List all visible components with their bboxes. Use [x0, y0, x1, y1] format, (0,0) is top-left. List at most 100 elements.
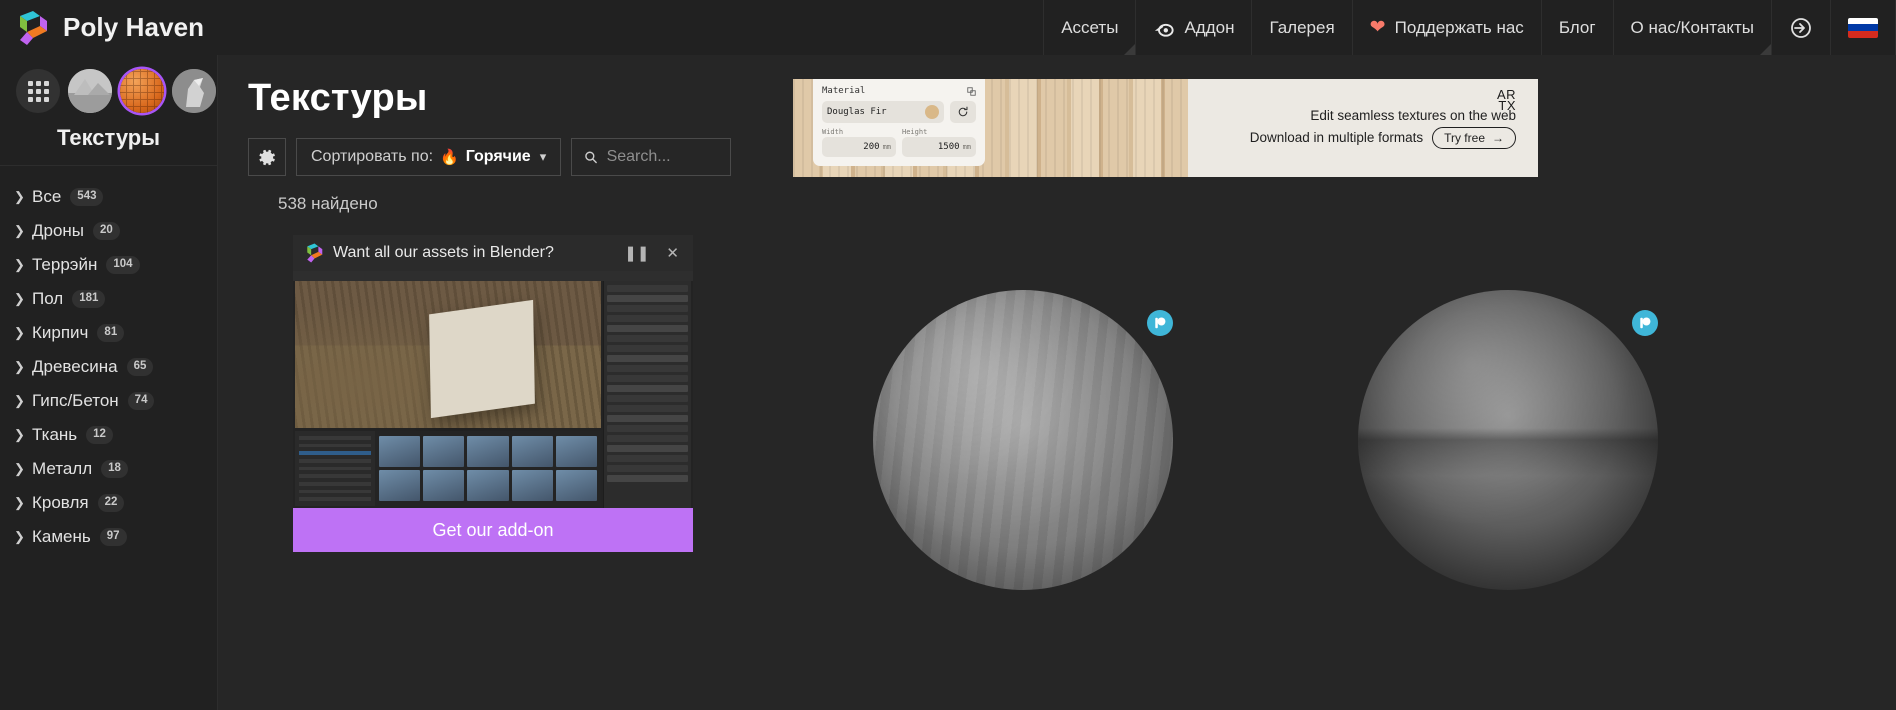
sidebar: Текстуры ❯ Все 543 ❯ Дроны 20 ❯ Террэйн …	[0, 55, 218, 710]
nav-item-addon[interactable]: Аддон	[1135, 0, 1251, 55]
refresh-icon	[958, 106, 968, 117]
sidebar-item-count: 18	[101, 460, 128, 478]
ad-material-name-field[interactable]: Douglas Fir	[822, 101, 944, 123]
sidebar-item-label: Кирпич	[32, 323, 89, 342]
nav-item-about-contact[interactable]: О нас/Контакты	[1612, 0, 1772, 55]
chevron-right-icon: ❯	[14, 223, 25, 238]
ad-material-panel: Material Douglas Fir Width Height 200 mm…	[813, 79, 985, 166]
sidebar-item-count: 65	[126, 358, 154, 376]
sort-value: Горячие	[465, 148, 531, 165]
close-icon[interactable]: ✕	[662, 246, 683, 261]
video-asset-tree	[295, 431, 375, 506]
sidebar-item-label: Ткань	[32, 425, 78, 444]
video-asset-browser	[295, 431, 601, 506]
search-box[interactable]	[571, 138, 732, 176]
chevron-right-icon: ❯	[14, 529, 25, 544]
get-addon-button[interactable]: Get our add-on	[293, 508, 693, 552]
ad-dimension-values: 200 mm 1500 mm	[822, 137, 976, 157]
sidebar-item-plaster-concrete[interactable]: ❯ Гипс/Бетон 74	[0, 384, 217, 418]
results-count: 538 найдено	[278, 194, 378, 213]
ad-width-label: Width	[822, 128, 844, 136]
patreon-badge-icon	[1147, 310, 1173, 336]
material-swatch-icon	[925, 105, 939, 119]
sidebar-item-fabric[interactable]: ❯ Ткань 12	[0, 418, 217, 452]
sidebar-item-wood[interactable]: ❯ Древесина 65	[0, 350, 217, 384]
chevron-right-icon: ❯	[14, 257, 25, 272]
category-icon-textures[interactable]	[120, 69, 164, 113]
nav-item-blog[interactable]: Блог	[1540, 0, 1613, 55]
sidebar-item-label: Все	[32, 187, 62, 206]
texture-card-2[interactable]	[1273, 225, 1743, 655]
chevron-right-icon: ❯	[14, 393, 25, 408]
language-selector[interactable]	[1830, 0, 1896, 55]
sidebar-item-label: Дроны	[32, 221, 85, 240]
promo-header: Want all our assets in Blender? ❚❚ ✕	[293, 235, 693, 271]
pause-icon[interactable]: ❚❚	[620, 246, 653, 261]
sidebar-item-drones[interactable]: ❯ Дроны 20	[0, 214, 217, 248]
material-node-icon	[967, 86, 976, 96]
grid-icon	[27, 80, 49, 102]
blender-icon	[1155, 23, 1175, 37]
settings-button[interactable]	[248, 138, 286, 176]
sidebar-item-stone[interactable]: ❯ Камень 97	[0, 520, 217, 554]
sidebar-item-count: 97	[99, 528, 127, 546]
chevron-right-icon: ❯	[14, 427, 25, 442]
polyhaven-logo-icon	[307, 243, 323, 263]
blender-addon-promo-popup: Want all our assets in Blender? ❚❚ ✕ Get…	[293, 235, 693, 552]
advertisement-banner[interactable]: Material Douglas Fir Width Height 200 mm…	[793, 79, 1538, 177]
ad-material-selector-row: Douglas Fir	[822, 101, 976, 123]
texture-card-1[interactable]	[788, 225, 1258, 655]
sidebar-item-label: Металл	[32, 459, 93, 478]
sidebar-item-count: 12	[86, 426, 113, 444]
ad-width-field[interactable]: 200 mm	[822, 137, 896, 157]
arrow-right-icon: →	[1492, 130, 1504, 145]
heart-icon: ❤	[1369, 17, 1386, 38]
sidebar-item-count: 74	[127, 392, 155, 410]
nav-item-assets[interactable]: Ассеты	[1043, 0, 1136, 55]
promo-title: Want all our assets in Blender?	[333, 244, 554, 261]
ad-width-value: 200	[863, 142, 880, 152]
chevron-right-icon: ❯	[14, 189, 25, 204]
nav-item-support-us-label: Поддержать нас	[1394, 17, 1524, 37]
video-3d-viewport	[295, 281, 601, 428]
category-icon-models[interactable]	[172, 69, 216, 113]
sign-in-button[interactable]	[1771, 0, 1830, 55]
sidebar-item-label: Гипс/Бетон	[32, 391, 119, 410]
gear-icon	[258, 149, 275, 165]
sort-dropdown[interactable]: Сортировать по: 🔥 Горячие ▾	[296, 138, 562, 176]
ad-height-unit: mm	[962, 143, 971, 151]
category-icon-hdris[interactable]	[68, 69, 112, 113]
chevron-right-icon: ❯	[14, 359, 25, 374]
nav-item-assets-label: Ассеты	[1061, 17, 1119, 37]
ad-subline-row: Download in multiple formats Try free →	[1249, 126, 1516, 149]
chevron-right-icon: ❯	[14, 461, 25, 476]
brand-home-link[interactable]: Poly Haven	[0, 0, 224, 55]
ad-height-value: 1500	[937, 142, 960, 152]
search-input[interactable]	[606, 148, 719, 166]
sidebar-item-all[interactable]: ❯ Все 543	[0, 180, 217, 214]
sidebar-item-count: 20	[93, 222, 120, 240]
chevron-right-icon: ❯	[14, 325, 25, 340]
sidebar-item-terrain[interactable]: ❯ Террэйн 104	[0, 248, 217, 282]
sidebar-item-brick[interactable]: ❯ Кирпич 81	[0, 316, 217, 350]
try-free-label: Try free	[1444, 130, 1485, 145]
sidebar-item-metal[interactable]: ❯ Металл 18	[0, 452, 217, 486]
sidebar-item-roofing[interactable]: ❯ Кровля 22	[0, 486, 217, 520]
ad-refresh-button[interactable]	[950, 101, 976, 123]
promo-video[interactable]	[293, 271, 693, 508]
category-icon-all[interactable]	[16, 69, 60, 113]
russian-flag-icon	[1848, 17, 1878, 38]
try-free-button[interactable]: Try free →	[1432, 126, 1516, 149]
chevron-right-icon: ❯	[14, 495, 25, 510]
nav-item-gallery[interactable]: Галерея	[1251, 0, 1351, 55]
ad-subline: Download in multiple formats	[1249, 130, 1424, 145]
video-app-menubar	[293, 271, 693, 281]
ad-height-field[interactable]: 1500 mm	[902, 137, 976, 157]
nav-links: Ассеты Аддон Галерея ❤ Поддержать нас Бл…	[1043, 0, 1896, 55]
sidebar-item-label: Кровля	[32, 493, 89, 512]
flame-icon: 🔥	[440, 149, 459, 166]
sidebar-item-floor[interactable]: ❯ Пол 181	[0, 282, 217, 316]
nav-item-support-us[interactable]: ❤ Поддержать нас	[1351, 0, 1541, 55]
polyhaven-logo-icon	[20, 10, 47, 45]
